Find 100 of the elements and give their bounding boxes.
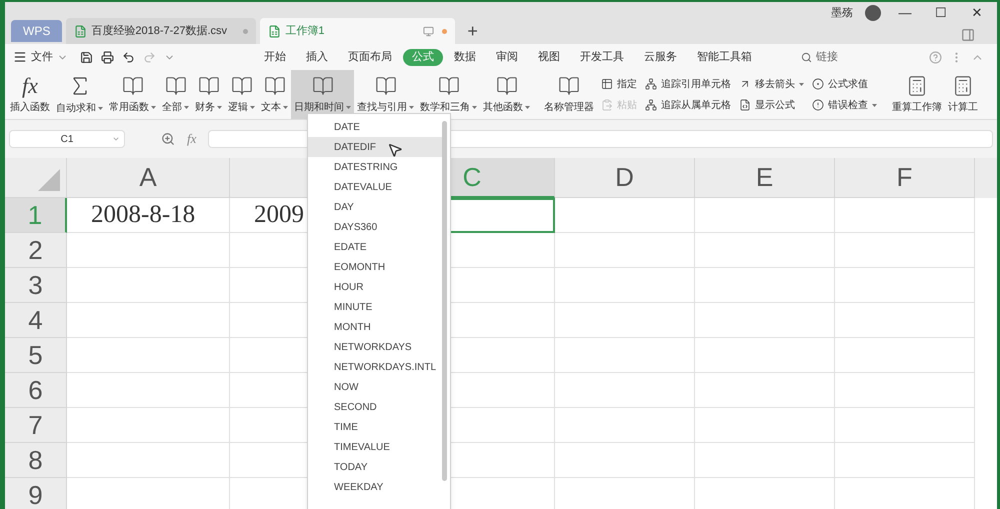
menu-item[interactable]: EOMONTH xyxy=(308,257,442,277)
menu-item[interactable]: NETWORKDAYS xyxy=(308,337,442,357)
ribbon-button[interactable]: 名称管理器 xyxy=(541,70,597,119)
row-header[interactable]: 3 xyxy=(5,268,67,303)
table-cell[interactable] xyxy=(695,268,835,303)
table-cell[interactable] xyxy=(835,303,975,338)
search-field[interactable]: 链接 xyxy=(801,48,921,66)
table-cell[interactable] xyxy=(67,338,230,373)
save-icon[interactable] xyxy=(80,50,93,64)
table-cell[interactable] xyxy=(835,198,975,233)
table-cell[interactable] xyxy=(555,268,695,303)
row-header[interactable]: 4 xyxy=(5,303,67,338)
ribbon-tab[interactable]: 云服务 xyxy=(635,48,686,66)
table-cell[interactable] xyxy=(67,268,230,303)
column-header[interactable]: A xyxy=(67,158,230,198)
menu-item[interactable]: WEEKDAY xyxy=(308,477,442,497)
table-cell[interactable] xyxy=(835,373,975,408)
ribbon-button[interactable]: 查找与引用 xyxy=(354,70,417,119)
new-tab-button[interactable]: + xyxy=(467,22,478,40)
name-box[interactable]: C1 xyxy=(9,130,125,148)
ribbon-tab[interactable]: 页面布局 xyxy=(339,48,401,66)
ribbon-small-button[interactable]: 追踪引用单元格 xyxy=(645,76,731,92)
redo-icon[interactable] xyxy=(143,50,156,64)
ribbon-button[interactable]: 数学和三角 xyxy=(417,70,480,119)
ribbon-button[interactable]: 自动求和 xyxy=(53,70,106,119)
row-header[interactable]: 8 xyxy=(5,443,67,478)
table-cell[interactable] xyxy=(555,198,695,233)
ribbon-small-button[interactable]: 指定 xyxy=(601,76,637,92)
menu-item[interactable]: TIMEVALUE xyxy=(308,437,442,457)
ribbon-button[interactable]: 财务 xyxy=(192,70,225,119)
print-icon[interactable] xyxy=(101,50,114,64)
row-header[interactable]: 6 xyxy=(5,373,67,408)
column-header[interactable]: F xyxy=(835,158,975,198)
ribbon-button[interactable]: fx 插入函数 xyxy=(7,70,53,119)
row-header[interactable]: 9 xyxy=(5,478,67,509)
menu-item[interactable]: HOUR xyxy=(308,277,442,297)
table-cell[interactable] xyxy=(555,338,695,373)
row-header[interactable]: 2 xyxy=(5,233,67,268)
menu-item[interactable]: NETWORKDAYS.INTL xyxy=(308,357,442,377)
ribbon-small-button[interactable]: 移去箭头 xyxy=(739,76,804,92)
ribbon-button[interactable]: 文本 xyxy=(258,70,291,119)
column-header[interactable]: D xyxy=(555,158,695,198)
menu-item[interactable]: NOW xyxy=(308,377,442,397)
menu-item[interactable]: DAY xyxy=(308,197,442,217)
menu-item[interactable]: DAYS360 xyxy=(308,217,442,237)
ribbon-tab[interactable]: 数据 xyxy=(445,48,485,66)
menu-item[interactable]: DATEDIF xyxy=(308,137,442,157)
table-cell[interactable] xyxy=(835,233,975,268)
row-header[interactable]: 5 xyxy=(5,338,67,373)
document-tab[interactable]: 百度经验2018-7-27数据.csv xyxy=(66,18,256,44)
ribbon-small-button[interactable]: 公式求值 xyxy=(812,76,877,92)
table-cell[interactable] xyxy=(835,408,975,443)
table-cell[interactable] xyxy=(695,338,835,373)
ribbon-button[interactable]: 计算工 xyxy=(945,70,981,119)
undo-icon[interactable] xyxy=(122,50,135,64)
ribbon-small-button[interactable]: 显示公式 xyxy=(739,98,804,112)
scrollbar[interactable] xyxy=(442,121,447,481)
table-cell[interactable] xyxy=(555,303,695,338)
menu-icon[interactable] xyxy=(13,50,27,64)
file-menu[interactable]: 文件 xyxy=(31,48,53,66)
ribbon-tab[interactable]: 视图 xyxy=(529,48,569,66)
table-cell[interactable] xyxy=(835,443,975,478)
help-icon[interactable] xyxy=(929,50,942,64)
table-cell[interactable] xyxy=(555,373,695,408)
ribbon-tab[interactable]: 开始 xyxy=(255,48,295,66)
select-all-icon[interactable] xyxy=(38,169,60,191)
ribbon-tab[interactable]: 插入 xyxy=(297,48,337,66)
ribbon-button[interactable]: 重算工作簿 xyxy=(889,70,945,119)
ribbon-tab[interactable]: 开发工具 xyxy=(571,48,633,66)
menu-item[interactable]: EDATE xyxy=(308,237,442,257)
table-cell[interactable] xyxy=(555,408,695,443)
table-cell[interactable] xyxy=(67,443,230,478)
window-control-button[interactable]: ✕ xyxy=(965,3,989,23)
ribbon-small-button[interactable]: 错误检查 xyxy=(812,98,877,112)
table-cell[interactable] xyxy=(555,443,695,478)
row-header[interactable]: 7 xyxy=(5,408,67,443)
window-control-button[interactable]: — xyxy=(893,3,917,23)
zoom-icon[interactable] xyxy=(161,132,175,146)
table-cell[interactable] xyxy=(835,268,975,303)
menu-item[interactable]: MINUTE xyxy=(308,297,442,317)
ribbon-button[interactable]: 常用函数 xyxy=(106,70,159,119)
window-control-button[interactable]: ☐ xyxy=(929,3,953,23)
table-cell[interactable] xyxy=(695,198,835,233)
ribbon-tab[interactable]: 智能工具箱 xyxy=(688,48,761,66)
table-cell[interactable] xyxy=(695,443,835,478)
table-cell[interactable] xyxy=(835,338,975,373)
table-cell[interactable] xyxy=(67,373,230,408)
table-cell[interactable] xyxy=(555,233,695,268)
ribbon-button[interactable]: 其他函数 xyxy=(480,70,533,119)
menu-item[interactable]: SECOND xyxy=(308,397,442,417)
menu-item[interactable]: TODAY xyxy=(308,457,442,477)
ribbon-small-button[interactable]: 追踪从属单元格 xyxy=(645,98,731,112)
ribbon-tab[interactable]: 审阅 xyxy=(487,48,527,66)
table-cell[interactable] xyxy=(695,373,835,408)
ribbon-button[interactable]: 日期和时间 xyxy=(291,70,354,119)
table-cell[interactable] xyxy=(695,303,835,338)
menu-item[interactable]: TIME xyxy=(308,417,442,437)
table-cell[interactable] xyxy=(695,408,835,443)
ribbon-button[interactable]: 逻辑 xyxy=(225,70,258,119)
table-cell[interactable]: 2008-8-18 xyxy=(67,198,230,233)
